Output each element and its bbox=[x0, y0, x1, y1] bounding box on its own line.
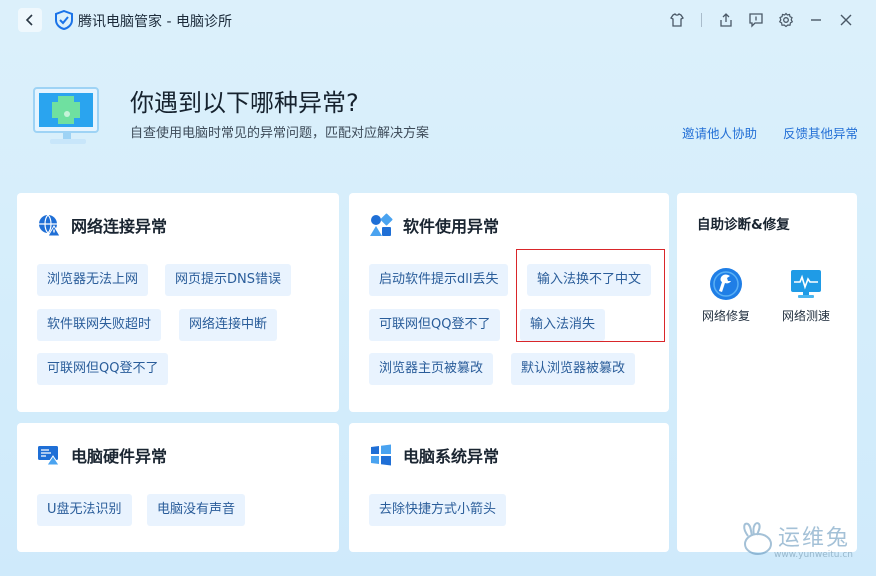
card-header: 电脑硬件异常 bbox=[37, 443, 167, 467]
windows-logo-icon bbox=[371, 444, 391, 466]
hardware-card-icon bbox=[38, 446, 60, 466]
issue-chip-qq-login[interactable]: 可联网但QQ登不了 bbox=[37, 353, 169, 385]
highlight-annotation-box bbox=[516, 249, 665, 342]
tencent-shield-logo-icon bbox=[55, 10, 73, 30]
issue-chip-connection-dropped[interactable]: 网络连接中断 bbox=[179, 309, 278, 341]
issue-chip-software-timeout[interactable]: 软件联网失败超时 bbox=[37, 309, 162, 341]
report-other-issue-link[interactable]: 反馈其他异常 bbox=[783, 123, 858, 142]
invite-help-link[interactable]: 邀请他人协助 bbox=[682, 123, 757, 142]
issue-chip-no-sound[interactable]: 电脑没有声音 bbox=[147, 494, 246, 526]
issue-chip-dns-error[interactable]: 网页提示DNS错误 bbox=[165, 264, 291, 296]
card-header: 软件使用异常 bbox=[369, 213, 499, 237]
network-repair-tool[interactable]: 网络修复 bbox=[698, 267, 754, 324]
title-bar-divider bbox=[701, 13, 702, 27]
issue-chip-usb-not-recognized[interactable]: U盘无法识别 bbox=[37, 494, 132, 526]
window-title: 腾讯电脑管家 - 电脑诊所 bbox=[78, 14, 232, 30]
issue-chip-default-browser-hijacked[interactable]: 默认浏览器被篡改 bbox=[511, 353, 636, 385]
card-title: 网络连接异常 bbox=[71, 217, 168, 236]
rabbit-logo-icon bbox=[743, 522, 772, 555]
shirt-icon[interactable] bbox=[665, 8, 689, 32]
share-icon[interactable] bbox=[714, 8, 738, 32]
globe-warning-icon bbox=[39, 214, 61, 237]
shapes-icon bbox=[370, 213, 393, 236]
watermark-url: www.yunweitu.cn bbox=[774, 550, 853, 560]
page-subtitle: 自查使用电脑时常见的异常问题，匹配对应解决方案 bbox=[130, 126, 430, 141]
monitor-medical-cross-icon bbox=[33, 87, 99, 144]
title-bar: 腾讯电脑管家 - 电脑诊所 bbox=[0, 0, 876, 40]
issue-chip-qq-login[interactable]: 可联网但QQ登不了 bbox=[369, 309, 501, 341]
self-diagnosis-card: 自助诊断&修复 网络修复 网络测速 bbox=[677, 193, 857, 552]
network-issues-card: 网络连接异常 浏览器无法上网 网页提示DNS错误 软件联网失败超时 网络连接中断… bbox=[17, 193, 339, 412]
side-card-title: 自助诊断&修复 bbox=[697, 217, 790, 233]
card-title: 电脑系统异常 bbox=[403, 447, 500, 466]
chevron-left-icon bbox=[25, 14, 33, 26]
minimize-icon[interactable] bbox=[804, 8, 828, 32]
title-bar-controls bbox=[665, 8, 858, 32]
watermark: 运维兔 www.yunweitu.cn bbox=[738, 516, 858, 566]
wrench-icon bbox=[710, 268, 742, 300]
back-button[interactable] bbox=[18, 8, 42, 32]
card-title: 电脑硬件异常 bbox=[71, 447, 168, 466]
settings-icon[interactable] bbox=[774, 8, 798, 32]
close-icon[interactable] bbox=[834, 8, 858, 32]
feedback-icon[interactable] bbox=[744, 8, 768, 32]
tool-label: 网络修复 bbox=[701, 309, 750, 323]
monitor-pulse-icon bbox=[791, 270, 821, 298]
card-header: 电脑系统异常 bbox=[369, 443, 499, 467]
header-links: 邀请他人协助 反馈其他异常 bbox=[682, 123, 858, 142]
page-title: 你遇到以下哪种异常? bbox=[130, 89, 359, 117]
network-speedtest-tool[interactable]: 网络测速 bbox=[778, 267, 834, 324]
hardware-issues-card: 电脑硬件异常 U盘无法识别 电脑没有声音 bbox=[17, 423, 339, 552]
card-header: 网络连接异常 bbox=[37, 213, 167, 237]
issue-chip-homepage-hijacked[interactable]: 浏览器主页被篡改 bbox=[369, 353, 494, 385]
issue-chip-browser-offline[interactable]: 浏览器无法上网 bbox=[37, 264, 149, 296]
tool-label: 网络测速 bbox=[781, 309, 830, 323]
issue-chip-remove-shortcut-arrow[interactable]: 去除快捷方式小箭头 bbox=[369, 494, 507, 526]
card-title: 软件使用异常 bbox=[403, 217, 500, 236]
system-issues-card: 电脑系统异常 去除快捷方式小箭头 bbox=[349, 423, 669, 552]
watermark-text: 运维兔 bbox=[778, 526, 851, 551]
issue-chip-dll-missing[interactable]: 启动软件提示dll丢失 bbox=[369, 264, 509, 296]
